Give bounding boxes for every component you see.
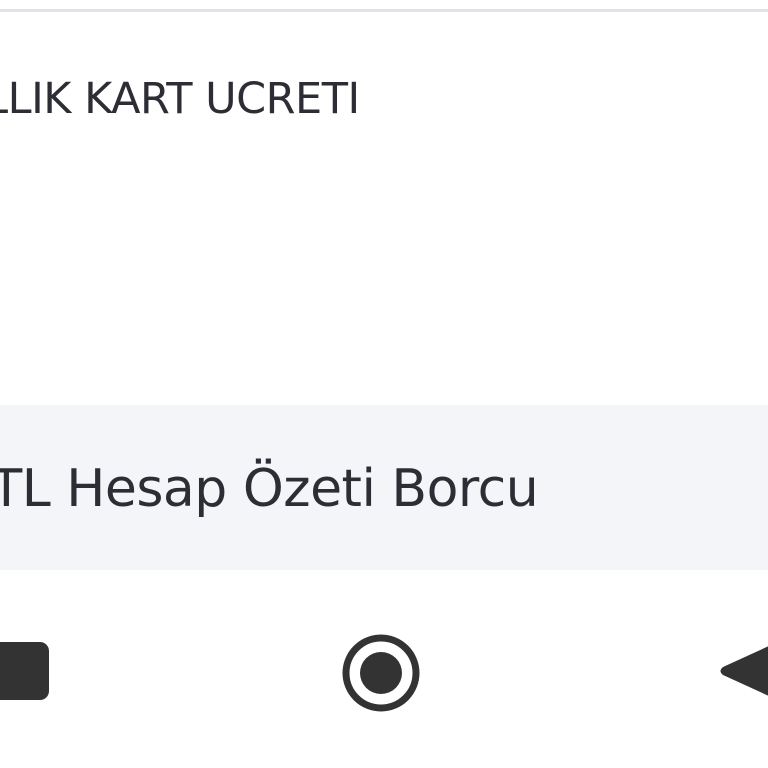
- screen: ILLIK KART UCRETI n TL Hesap Özeti Borcu: [0, 0, 768, 768]
- recents-square-icon: [0, 642, 49, 700]
- home-button[interactable]: [340, 632, 422, 714]
- transaction-title: ILLIK KART UCRETI: [0, 74, 360, 124]
- top-divider: [0, 0, 768, 12]
- statement-summary-row[interactable]: n TL Hesap Özeti Borcu: [0, 405, 768, 570]
- back-triangle-icon: [720, 646, 768, 696]
- android-navigation-bar: [0, 570, 768, 768]
- recents-button[interactable]: [0, 642, 49, 700]
- back-button[interactable]: [714, 635, 768, 707]
- statement-summary-label: n TL Hesap Özeti Borcu: [0, 459, 539, 519]
- home-circle-icon: [342, 634, 420, 712]
- transaction-row[interactable]: ILLIK KART UCRETI: [0, 15, 768, 405]
